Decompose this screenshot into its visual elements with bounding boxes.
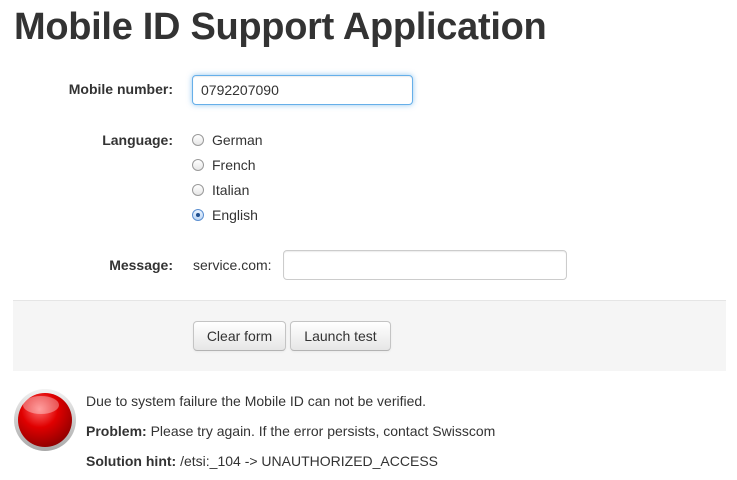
result-problem: Problem: Please try again. If the error … <box>86 423 495 439</box>
language-label: Language: <box>102 132 173 148</box>
message-label: Message: <box>109 257 173 273</box>
result-message: Due to system failure the Mobile ID can … <box>86 393 427 409</box>
form-actions: Clear form Launch test <box>13 300 726 371</box>
page: Mobile ID Support Application Mobile num… <box>0 0 737 480</box>
mobile-number-input[interactable] <box>192 75 413 105</box>
language-option-french[interactable]: French <box>192 155 256 175</box>
result-solution-hint: Solution hint: /etsi:_104 -> UNAUTHORIZE… <box>86 453 438 469</box>
language-option-label: English <box>212 207 258 223</box>
red-error-icon <box>14 389 76 451</box>
language-option-english[interactable]: English <box>192 205 258 225</box>
radio-french[interactable] <box>192 159 204 171</box>
solution-hint-label: Solution hint: <box>86 453 177 469</box>
radio-english[interactable] <box>192 209 204 221</box>
clear-form-button[interactable]: Clear form <box>193 321 286 351</box>
radio-italian[interactable] <box>192 184 204 196</box>
launch-test-button[interactable]: Launch test <box>290 321 391 351</box>
language-option-label: French <box>212 157 256 173</box>
message-input[interactable] <box>283 250 567 280</box>
language-option-italian[interactable]: Italian <box>192 180 249 200</box>
language-option-label: Italian <box>212 182 250 198</box>
radio-german[interactable] <box>192 134 204 146</box>
language-option-label: German <box>212 132 263 148</box>
mobile-number-label: Mobile number: <box>68 81 173 97</box>
problem-label: Problem: <box>86 423 147 439</box>
message-prefix: service.com: <box>193 257 272 273</box>
language-option-german[interactable]: German <box>192 130 263 150</box>
problem-text: Please try again. If the error persists,… <box>150 423 496 439</box>
page-title: Mobile ID Support Application <box>14 6 547 48</box>
solution-hint-text: /etsi:_104 -> UNAUTHORIZED_ACCESS <box>180 453 438 469</box>
